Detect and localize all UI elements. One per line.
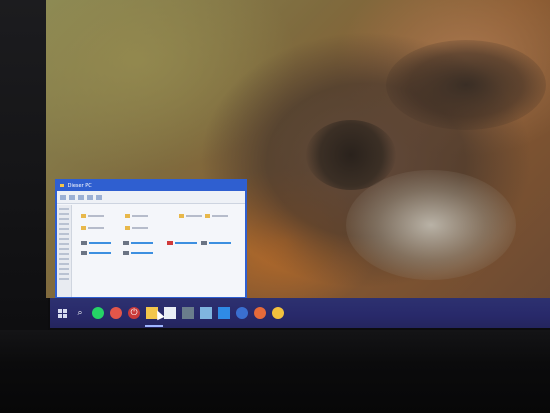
folder-label (132, 215, 148, 217)
drive-item[interactable] (123, 239, 157, 247)
folder-icon (205, 214, 210, 218)
drive-icon (201, 241, 207, 245)
drive-usage-bar (209, 242, 231, 244)
drive-item[interactable] (81, 249, 115, 257)
drive-item[interactable] (81, 239, 115, 247)
ribbon-toolbar[interactable] (57, 191, 245, 204)
drive-icon (81, 251, 87, 255)
nav-item[interactable] (59, 233, 69, 235)
navigation-pane[interactable] (57, 205, 72, 297)
active-app-indicator (145, 325, 163, 327)
drive-usage-bar (131, 242, 153, 244)
drive-usage-bar (131, 252, 153, 254)
folder-label (212, 215, 228, 217)
folder-icon (81, 226, 86, 230)
drive-icon (123, 251, 129, 255)
folder-label (132, 227, 148, 229)
drive-usage-bar (89, 252, 111, 254)
folder-icon (179, 214, 184, 218)
folder-content (75, 209, 245, 295)
folder-item[interactable] (179, 211, 205, 221)
nav-item[interactable] (59, 223, 69, 225)
nav-item[interactable] (59, 238, 69, 240)
ribbon-button[interactable] (60, 194, 66, 200)
folder-item[interactable] (81, 223, 107, 233)
ribbon-button[interactable] (78, 194, 84, 200)
shield-app-icon[interactable] (236, 307, 248, 319)
drive-icon (81, 241, 87, 245)
drive-item[interactable] (167, 239, 201, 247)
nav-item[interactable] (59, 263, 69, 265)
folder-label (186, 215, 202, 217)
ribbon-button[interactable] (69, 194, 75, 200)
drive-icon (167, 241, 173, 245)
firefox-icon[interactable] (254, 307, 266, 319)
drive-item[interactable] (201, 239, 235, 247)
folder-icon (60, 184, 64, 187)
nav-item[interactable] (59, 253, 69, 255)
nav-item[interactable] (59, 208, 69, 210)
drive-icon (123, 241, 129, 245)
folder-item[interactable] (125, 211, 151, 221)
nav-item[interactable] (59, 248, 69, 250)
store-icon[interactable] (164, 307, 176, 319)
drive-item[interactable] (123, 249, 157, 257)
wallpaper-shade (386, 40, 546, 130)
chrome-icon[interactable] (272, 307, 284, 319)
nav-item[interactable] (59, 278, 69, 280)
monitor-bezel-left (0, 0, 48, 330)
folder-item[interactable] (81, 211, 107, 221)
whatsapp-icon[interactable] (92, 307, 104, 319)
folder-icon (125, 226, 130, 230)
red-app-icon[interactable] (110, 307, 122, 319)
ribbon-button[interactable] (96, 194, 102, 200)
window-titlebar[interactable]: Dieser PC (57, 181, 245, 191)
folder-item[interactable] (205, 211, 231, 221)
ribbon-button[interactable] (87, 194, 93, 200)
steam-icon[interactable] (200, 307, 212, 319)
nav-item[interactable] (59, 218, 69, 220)
nav-item[interactable] (59, 273, 69, 275)
folder-label (88, 227, 104, 229)
wallpaper-highlight (346, 170, 516, 280)
folder-label (88, 215, 104, 217)
nav-item[interactable] (59, 243, 69, 245)
window-title: Dieser PC (67, 183, 92, 189)
photo-app-icon[interactable] (182, 307, 194, 319)
folder-icon (81, 214, 86, 218)
nav-item[interactable] (59, 228, 69, 230)
nav-item[interactable] (59, 213, 69, 215)
search-icon[interactable]: ⌕ (74, 307, 86, 319)
monitor-bezel-bottom (0, 330, 550, 413)
nav-item[interactable] (59, 258, 69, 260)
folder-item[interactable] (125, 223, 151, 233)
start-icon[interactable] (56, 307, 68, 319)
file-explorer-window[interactable]: Dieser PC (55, 179, 247, 299)
taskbar: ⌕ ⏻ (50, 298, 550, 328)
folder-icon (125, 214, 130, 218)
drive-usage-bar (175, 242, 197, 244)
edge-icon[interactable] (218, 307, 230, 319)
nav-item[interactable] (59, 268, 69, 270)
drive-usage-bar (89, 242, 111, 244)
